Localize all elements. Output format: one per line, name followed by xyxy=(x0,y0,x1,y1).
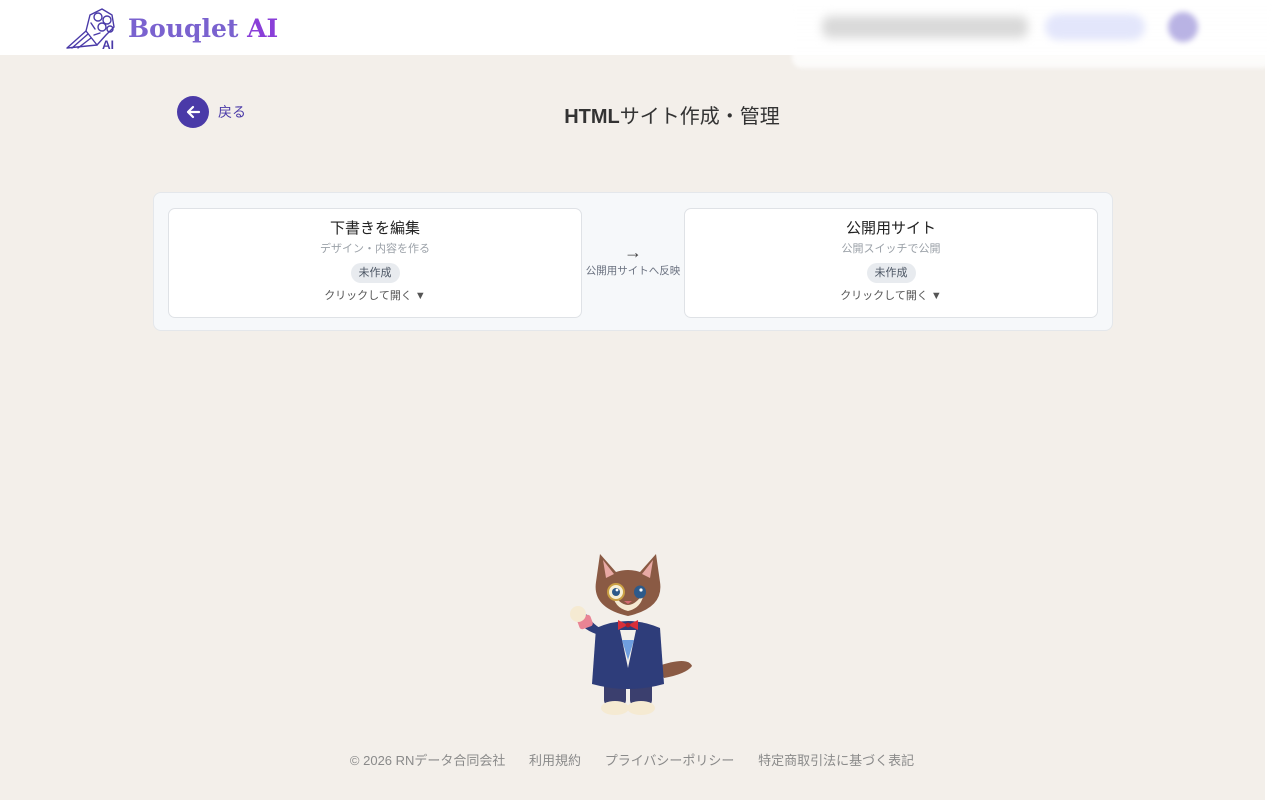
public-site-card[interactable]: 公開用サイト 公開スイッチで公開 未作成 クリックして開く ▼ xyxy=(684,208,1098,318)
page-title: HTMLサイト作成・管理 xyxy=(0,100,1280,129)
draft-status-badge: 未作成 xyxy=(350,263,400,283)
svg-text:AI: AI xyxy=(102,38,114,51)
brand-ai: AI xyxy=(247,13,279,43)
page-title-bold: HTML xyxy=(564,106,620,128)
draft-title: 下書きを編集 xyxy=(329,220,420,237)
draft-card[interactable]: 下書きを編集 デザイン・内容を作る 未作成 クリックして開く ▼ xyxy=(168,208,582,318)
blurred-user-info xyxy=(822,16,1028,38)
footer-copyright: © 2026 RNデータ合同会社 xyxy=(349,753,506,768)
app-header: AI Bouqlet AI xyxy=(0,0,1280,68)
footer: © 2026 RNデータ合同会社 利用規約 プライバシーポリシー 特定商取引法に… xyxy=(0,750,1264,769)
brand-text: Bouqlet xyxy=(128,13,248,43)
scrollbar-track xyxy=(1265,55,1280,800)
bouquet-ai-logo-icon: AI xyxy=(66,8,115,51)
public-expand-toggle[interactable]: クリックして開く ▼ xyxy=(685,290,1097,303)
cat-butler-mascot xyxy=(570,554,692,715)
footer-privacy-link[interactable]: プライバシーポリシー xyxy=(605,753,735,768)
draft-subtitle: デザイン・内容を作る xyxy=(320,243,430,255)
draft-expand-toggle[interactable]: クリックして開く ▼ xyxy=(169,290,581,303)
avatar[interactable] xyxy=(1168,12,1198,42)
logo[interactable]: AI Bouqlet AI xyxy=(64,5,278,51)
arrow-right-icon: → xyxy=(624,242,642,262)
page-title-rest: サイト作成・管理 xyxy=(619,106,780,128)
site-flow-panel: 下書きを編集 デザイン・内容を作る 未作成 クリックして開く ▼ → 公開用サイ… xyxy=(153,192,1113,331)
flow-arrow-caption: 公開用サイトへ反映 xyxy=(585,265,681,277)
brand-name: Bouqlet AI xyxy=(128,14,278,43)
flow-arrow: → 公開用サイトへ反映 xyxy=(582,243,684,277)
footer-commerce-link[interactable]: 特定商取引法に基づく表記 xyxy=(758,753,914,768)
footer-terms-link[interactable]: 利用規約 xyxy=(529,753,581,768)
public-title: 公開用サイト xyxy=(845,220,936,237)
blurred-header-button[interactable] xyxy=(1045,14,1145,40)
public-status-badge: 未作成 xyxy=(866,263,916,283)
public-subtitle: 公開スイッチで公開 xyxy=(841,243,941,255)
